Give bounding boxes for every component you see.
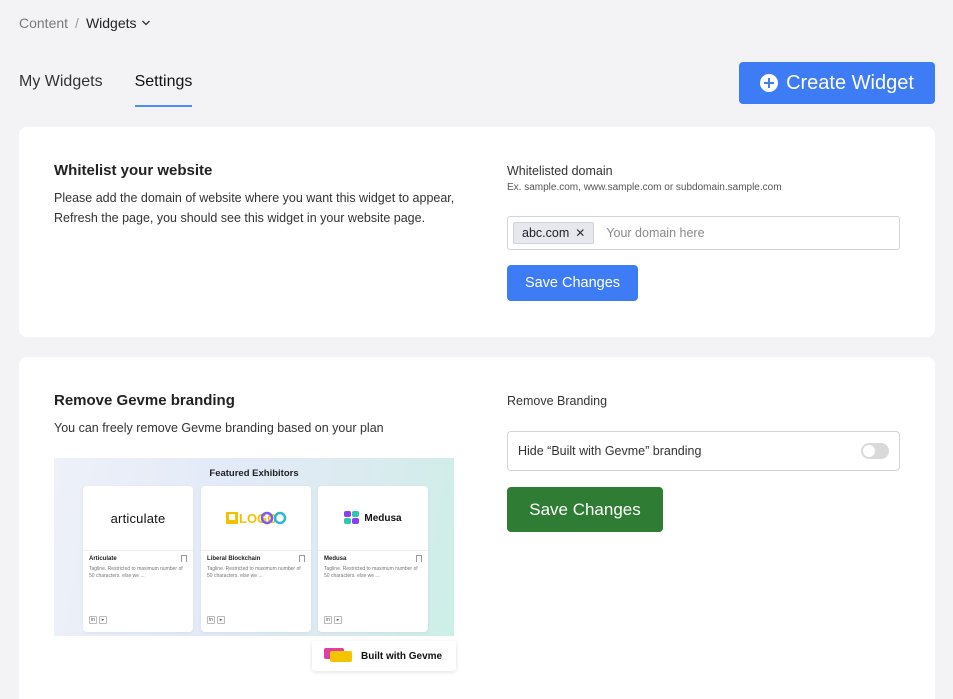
close-icon[interactable]: ✕ xyxy=(575,226,585,240)
exhibitor-tagline: Tagline. Restricted to maximum number of… xyxy=(207,566,301,579)
exhibitor-name: Articulate xyxy=(89,556,117,562)
whitelist-desc-line-1: Please add the domain of website where y… xyxy=(54,191,455,205)
bookmark-icon xyxy=(299,555,305,562)
whitelisted-domain-hint: Ex. sample.com, www.sample.com or subdom… xyxy=(507,182,782,193)
logo-brand-logo: LOGO xyxy=(225,510,287,526)
gevme-logo-icon xyxy=(324,647,354,665)
tab-settings[interactable]: Settings xyxy=(134,73,192,107)
whitelist-desc-line-2: Refresh the page, you should see this wi… xyxy=(54,211,426,225)
youtube-icon: ▸ xyxy=(99,616,107,624)
branding-description: You can freely remove Gevme branding bas… xyxy=(54,421,384,435)
logo-mark-icon: LOGO xyxy=(226,511,287,526)
breadcrumb-content[interactable]: Content xyxy=(19,15,68,31)
domain-chip: abc.com ✕ xyxy=(513,222,595,244)
exhibitor-socials: in ▸ xyxy=(324,616,342,624)
exhibitor-socials: in ▸ xyxy=(207,616,225,624)
linkedin-icon: in xyxy=(207,616,215,624)
youtube-icon: ▸ xyxy=(217,616,225,624)
exhibitor-tagline: Tagline. Restricted to maximum number of… xyxy=(89,566,183,579)
breadcrumb-current-label: Widgets xyxy=(85,15,137,31)
plus-circle-icon xyxy=(760,74,779,92)
preview-title: Featured Exhibitors xyxy=(209,468,299,479)
medusa-logo: Medusa xyxy=(344,511,402,525)
exhibitor-name: Liberal Blockchain xyxy=(207,556,261,562)
articulate-logo: articulate xyxy=(110,510,166,526)
whitelist-card: Whitelist your website Please add the do… xyxy=(19,127,935,337)
built-with-gevme-badge: Built with Gevme xyxy=(312,641,456,671)
chevron-down-icon xyxy=(141,20,150,26)
exhibitor-tagline: Tagline. Restricted to maximum number of… xyxy=(324,566,418,579)
exhibitor-socials: in ▸ xyxy=(89,616,107,624)
medusa-wordmark: Medusa xyxy=(364,512,402,524)
whitelisted-domain-label: Whitelisted domain xyxy=(507,164,613,178)
exhibitor-card: articulate Articulate Tagline. Restricte… xyxy=(83,486,193,632)
hide-branding-label: Hide “Built with Gevme” branding xyxy=(518,444,702,458)
hide-branding-toggle[interactable] xyxy=(861,443,889,459)
medusa-mark-icon xyxy=(344,511,360,525)
save-whitelist-button[interactable]: Save Changes xyxy=(507,265,638,301)
exhibitor-logo: articulate xyxy=(83,486,193,551)
linkedin-icon: in xyxy=(89,616,97,624)
domain-tags-input[interactable]: abc.com ✕ xyxy=(507,216,900,250)
breadcrumb-widgets-dropdown[interactable]: Widgets xyxy=(86,15,151,31)
youtube-icon: ▸ xyxy=(334,616,342,624)
exhibitor-logo: Medusa xyxy=(318,486,428,551)
tab-bar: My Widgets Settings xyxy=(19,73,192,107)
exhibitor-logo: LOGO xyxy=(201,486,311,551)
bookmark-icon xyxy=(181,555,187,562)
bookmark-icon xyxy=(416,555,422,562)
breadcrumb-separator: / xyxy=(75,15,79,31)
whitelist-description: Please add the domain of website where y… xyxy=(54,188,484,228)
exhibitor-card: LOGO Liberal Blockchain Tagline. Restric… xyxy=(201,486,311,632)
remove-branding-label: Remove Branding xyxy=(507,394,608,408)
linkedin-icon: in xyxy=(324,616,332,624)
exhibitor-name: Medusa xyxy=(324,556,347,562)
widget-preview-image: Featured Exhibitors articulate Articulat… xyxy=(54,458,456,671)
breadcrumb: Content / Widgets xyxy=(19,15,151,31)
badge-label: Built with Gevme xyxy=(361,650,443,662)
branding-card: Remove Gevme branding You can freely rem… xyxy=(19,357,935,699)
create-widget-label: Create Widget xyxy=(786,71,914,94)
create-widget-button[interactable]: Create Widget xyxy=(739,62,935,104)
exhibitor-card: Medusa Medusa Tagline. Restricted to max… xyxy=(318,486,428,632)
tab-my-widgets[interactable]: My Widgets xyxy=(19,73,103,107)
branding-title: Remove Gevme branding xyxy=(54,392,235,409)
whitelist-title: Whitelist your website xyxy=(54,162,213,179)
domain-chip-label: abc.com xyxy=(522,226,570,240)
hide-branding-field: Hide “Built with Gevme” branding xyxy=(507,431,900,471)
domain-input[interactable] xyxy=(606,226,867,240)
save-branding-button[interactable]: Save Changes xyxy=(507,487,663,532)
